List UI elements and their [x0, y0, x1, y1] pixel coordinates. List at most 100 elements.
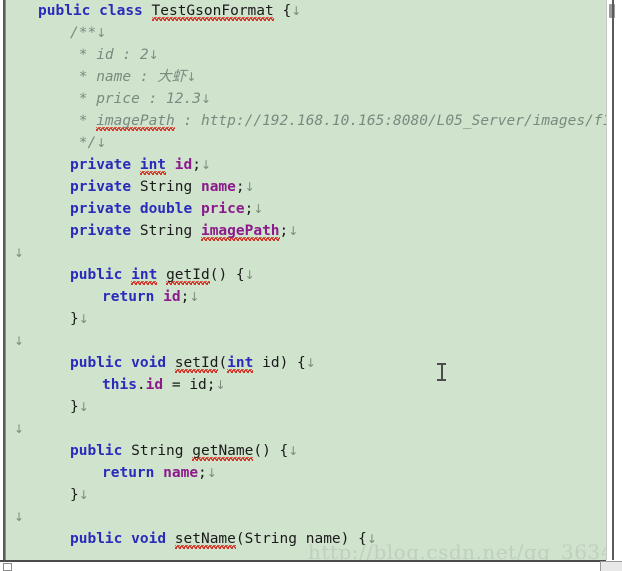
newline-marker-icon: ↓: [14, 246, 25, 260]
code-line[interactable]: * name : 大虾↓: [6, 66, 606, 88]
code-line-content: }↓: [70, 308, 89, 330]
code-token: id: [174, 157, 193, 173]
code-token: return: [102, 289, 155, 305]
code-token: /**: [70, 25, 97, 41]
code-text-area[interactable]: public class TestGsonFormat {↓/**↓ * id …: [6, 0, 606, 560]
code-line-content: private int id;↓: [70, 154, 211, 176]
newline-marker-icon: ↓: [291, 4, 302, 18]
code-line[interactable]: public void setName(String name) {↓: [6, 528, 606, 550]
code-line[interactable]: return id;↓: [6, 286, 606, 308]
code-line-content: return name;↓: [102, 462, 217, 484]
code-line[interactable]: ↓: [6, 418, 606, 440]
newline-marker-icon: ↓: [78, 400, 89, 414]
code-token: * id : 2: [70, 47, 149, 63]
code-line[interactable]: ↓: [6, 506, 606, 528]
code-token-flagged: getId: [166, 267, 210, 284]
code-token: () {: [209, 267, 245, 283]
code-token-flagged: imagePath: [96, 113, 175, 130]
code-token: id: [163, 289, 181, 305]
code-token-flagged: getName: [192, 443, 254, 460]
code-token: }: [70, 399, 79, 415]
code-token: () {: [253, 443, 289, 459]
code-line[interactable]: public String getName() {↓: [6, 440, 606, 462]
code-line-content: }↓: [70, 484, 89, 506]
code-line-content: */↓: [70, 132, 107, 154]
code-line-content: private String name;↓: [70, 176, 255, 198]
code-token-flagged: int: [131, 267, 158, 284]
code-token: .: [136, 377, 146, 393]
code-line[interactable]: }↓: [6, 484, 606, 506]
code-line[interactable]: public void setId(int id) {↓: [6, 352, 606, 374]
code-line[interactable]: * price : 12.3↓: [6, 88, 606, 110]
newline-marker-icon: ↓: [96, 136, 107, 150]
code-line[interactable]: private String imagePath;↓: [6, 220, 606, 242]
code-token-flagged: int: [227, 355, 254, 372]
horizontal-scrollbar-left-box[interactable]: [3, 563, 12, 571]
code-line[interactable]: ↓: [6, 242, 606, 264]
newline-marker-icon: ↓: [14, 422, 25, 436]
code-token: double: [139, 201, 193, 217]
text-ibeam-cursor: [437, 362, 446, 382]
code-line-content: * imagePath : http://192.168.10.165:8080…: [70, 110, 606, 132]
code-token: ;: [235, 179, 245, 195]
code-line[interactable]: * id : 2↓: [6, 44, 606, 66]
newline-marker-icon: ↓: [215, 378, 226, 392]
code-token: : http://192.168.10.165:8080/L05_Server/…: [174, 113, 607, 129]
newline-marker-icon: ↓: [14, 334, 25, 348]
code-line[interactable]: /**↓: [6, 22, 606, 44]
code-line[interactable]: * imagePath : http://192.168.10.165:8080…: [6, 110, 606, 132]
code-line-content: public void setId(int id) {↓: [70, 352, 316, 374]
code-line-content: private String imagePath;↓: [70, 220, 298, 242]
resize-grip-corner[interactable]: [600, 561, 622, 571]
code-token: name: [163, 465, 199, 481]
code-token: private: [70, 201, 132, 217]
newline-marker-icon: ↓: [78, 488, 89, 502]
code-token: id) {: [253, 355, 306, 371]
code-line[interactable]: */↓: [6, 132, 606, 154]
code-token: public: [38, 3, 91, 19]
code-line-content: public void setName(String name) {↓: [70, 528, 377, 550]
newline-marker-icon: ↓: [148, 48, 159, 62]
code-token: }: [70, 487, 79, 503]
code-token: private: [70, 157, 132, 173]
editor-bottom-strip: [0, 562, 622, 571]
code-line[interactable]: public int getId() {↓: [6, 264, 606, 286]
code-token: public: [70, 443, 123, 459]
code-token: ;: [279, 223, 289, 239]
code-editor-window: public class TestGsonFormat {↓/**↓ * id …: [0, 0, 622, 571]
code-line[interactable]: ↓: [6, 330, 606, 352]
code-line[interactable]: this.id = id;↓: [6, 374, 606, 396]
code-line[interactable]: return name;↓: [6, 462, 606, 484]
newline-marker-icon: ↓: [206, 466, 217, 480]
code-line[interactable]: public class TestGsonFormat {↓: [6, 0, 606, 22]
code-token: void: [131, 531, 167, 547]
vertical-scrollbar-track[interactable]: [606, 0, 622, 560]
code-line[interactable]: }↓: [6, 308, 606, 330]
code-token: private: [70, 179, 132, 195]
code-line[interactable]: private String name;↓: [6, 176, 606, 198]
newline-marker-icon: ↓: [189, 290, 200, 304]
code-line-content: this.id = id;↓: [102, 374, 226, 396]
code-line-content: * price : 12.3↓: [70, 88, 211, 110]
code-token: String: [139, 179, 193, 195]
code-line[interactable]: private int id;↓: [6, 154, 606, 176]
newline-marker-icon: ↓: [366, 532, 377, 546]
code-line[interactable]: }↓: [6, 396, 606, 418]
code-line[interactable]: private double price;↓: [6, 198, 606, 220]
newline-marker-icon: ↓: [244, 268, 255, 282]
code-token: {: [273, 3, 292, 19]
code-token: public: [70, 267, 123, 283]
code-line-content: public int getId() {↓: [70, 264, 255, 286]
code-token: (: [218, 355, 228, 371]
